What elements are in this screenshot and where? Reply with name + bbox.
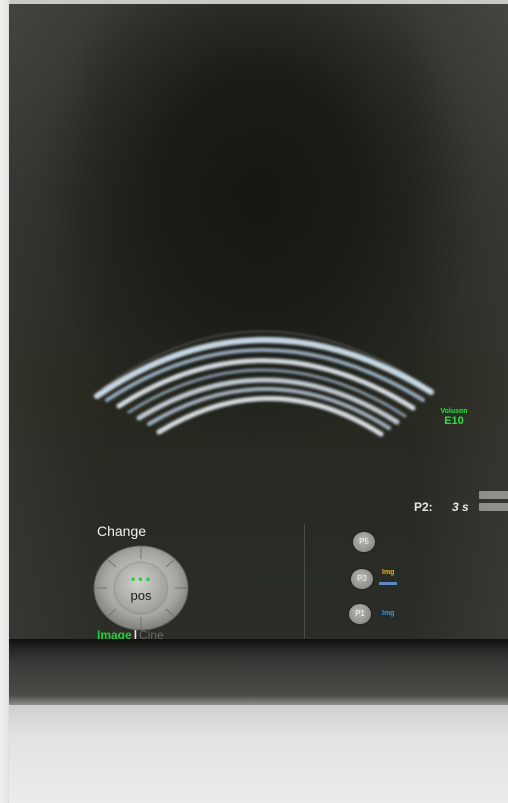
p3-img-tag: Img <box>379 567 398 585</box>
mode-image-option[interactable]: Image <box>97 628 132 639</box>
probe-brand: Voluson <box>440 408 468 415</box>
p1-button[interactable]: P1 <box>349 604 371 624</box>
param-value: 3 s <box>452 500 469 514</box>
p5-button[interactable]: P5 <box>353 532 375 552</box>
ultrasound-image <box>94 331 434 437</box>
knob-label: pos <box>130 588 152 603</box>
knob-indicator-dots: ••• <box>129 575 153 586</box>
change-knob[interactable]: ••• pos <box>93 545 189 631</box>
photo-frame: Voluson E10 P2: 3 s Change ••• pos Image… <box>0 0 508 803</box>
p1-img-tag: Img <box>382 610 395 617</box>
mode-separator: | <box>133 628 138 639</box>
param-readout: P2: 3 s <box>414 500 469 514</box>
mode-cine-option[interactable]: Cine <box>139 628 164 639</box>
desk-surface <box>9 705 508 803</box>
probe-label: Voluson E10 <box>429 408 479 427</box>
param-bar-icon <box>479 491 508 513</box>
ultrasound-screen: Voluson E10 P2: 3 s Change ••• pos Image… <box>9 4 508 639</box>
mode-selector[interactable]: Image | Cine <box>97 628 164 639</box>
probe-model: E10 <box>444 415 464 427</box>
monitor-bezel <box>9 639 508 705</box>
param-label: P2: <box>414 500 433 514</box>
panel-divider <box>304 524 305 639</box>
p3-button[interactable]: P3 <box>351 569 373 589</box>
knob-center-button[interactable]: ••• pos <box>115 563 167 613</box>
knob-title: Change <box>97 523 147 539</box>
